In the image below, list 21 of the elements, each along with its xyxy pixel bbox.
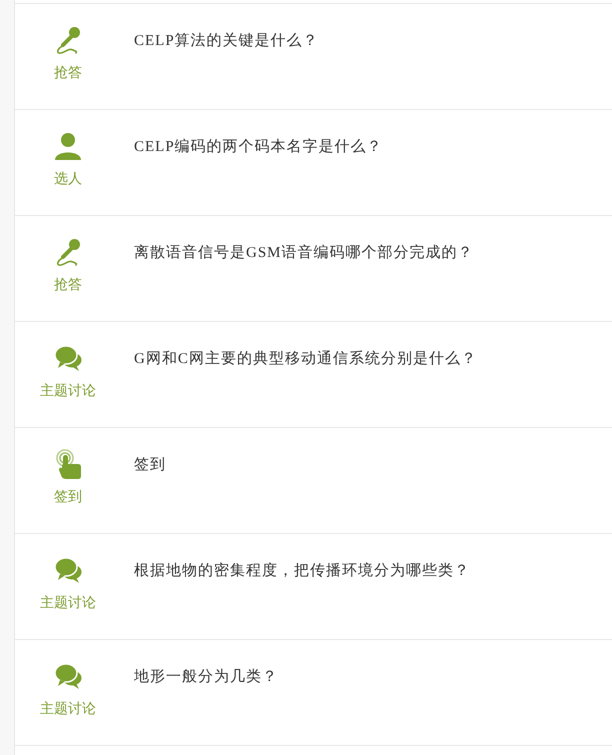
activity-type-label: 主题讨论 (40, 699, 96, 717)
activity-title: 根据地物的密集程度，把传播环境分为哪些类？ (134, 563, 470, 579)
person-icon (54, 132, 82, 160)
activity-title: CELP算法的关键是什么？ (134, 33, 319, 49)
speech-bubbles-icon (54, 557, 82, 583)
activity-type-label: 签到 (54, 487, 82, 505)
activity-type-label: 选人 (54, 169, 82, 187)
activity-title: CELP编码的两个码本名字是什么？ (134, 139, 383, 155)
tapping-hand-icon (54, 449, 82, 479)
activity-title: 离散语音信号是GSM语音编码哪个部分完成的？ (134, 245, 474, 261)
activity-title: G网和C网主要的典型移动通信系统分别是什么？ (134, 351, 477, 367)
activity-title: 签到 (134, 457, 166, 473)
activity-type-label: 抢答 (54, 275, 82, 293)
microphone-icon (54, 238, 82, 266)
microphone-icon (54, 26, 82, 54)
activity-title: 地形一般分为几类？ (134, 669, 278, 685)
activity-type-label: 抢答 (54, 63, 82, 81)
speech-bubbles-icon (54, 663, 82, 689)
speech-bubbles-icon (54, 345, 82, 371)
activity-type-label: 主题讨论 (40, 381, 96, 399)
activity-type-label: 主题讨论 (40, 593, 96, 611)
